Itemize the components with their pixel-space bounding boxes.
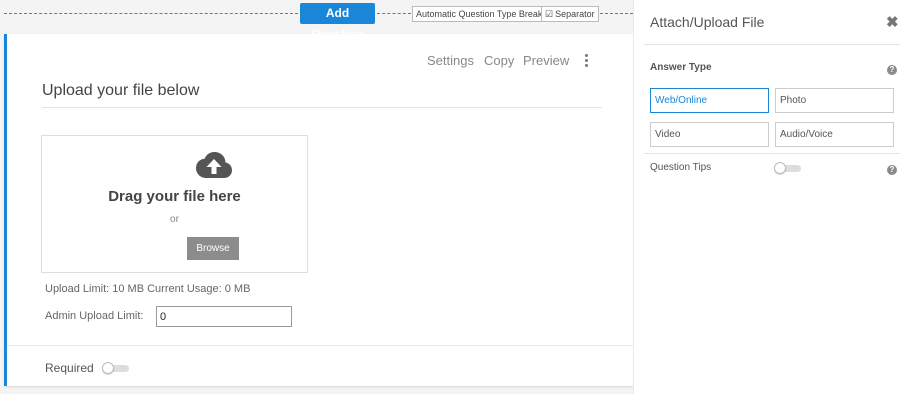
drag-file-text: Drag your file here [108,188,241,205]
dashed-divider [600,13,633,14]
answer-type-label: Answer Type [650,62,712,73]
title-divider [42,107,602,108]
question-settings-panel: Attach/Upload File ✖ Answer Type ? Web/O… [633,0,900,394]
close-icon[interactable]: ✖ [886,13,899,31]
settings-link[interactable]: Settings [427,53,474,68]
or-text: or [170,214,179,225]
panel-divider [644,153,900,154]
required-divider [7,345,633,346]
admin-upload-limit-input[interactable] [156,306,292,327]
admin-upload-limit-label: Admin Upload Limit: [45,310,144,322]
checkbox-icon: ☑ [545,9,554,19]
panel-divider [644,44,900,45]
separator-label: Separator [555,9,595,19]
answer-type-web-online[interactable]: Web/Online [650,88,769,113]
copy-link[interactable]: Copy [484,53,514,68]
dashed-divider [377,13,411,14]
required-toggle[interactable] [102,362,130,374]
answer-type-video[interactable]: Video [650,122,769,147]
question-card: Settings Copy Preview Upload your file b… [4,34,633,386]
auto-question-type-break-button[interactable]: Automatic Question Type Break [412,6,547,22]
question-tips-label: Question Tips [650,162,712,173]
file-dropzone[interactable]: Drag your file here or Browse [41,135,308,273]
answer-type-help-icon[interactable]: ? [887,65,897,75]
browse-button[interactable]: Browse [187,237,239,260]
answer-type-audio-voice[interactable]: Audio/Voice [775,122,894,147]
answer-type-photo[interactable]: Photo [775,88,894,113]
panel-title: Attach/Upload File [650,14,765,30]
required-label: Required [45,361,94,375]
dashed-divider [4,13,298,14]
question-tips-toggle[interactable] [774,162,802,174]
preview-link[interactable]: Preview [523,53,569,68]
separator-button[interactable]: ☑ Separator [541,6,599,22]
question-title: Upload your file below [42,82,200,99]
upload-limit-text: Upload Limit: 10 MB Current Usage: 0 MB [45,283,251,295]
more-options-icon[interactable] [581,52,591,70]
question-editor: Add Question Automatic Question Type Bre… [0,0,633,394]
cloud-upload-icon [196,152,232,178]
add-question-button[interactable]: Add Question [300,3,375,41]
question-toolbar: Add Question Automatic Question Type Bre… [0,0,633,41]
question-tips-help-icon[interactable]: ? [887,165,897,175]
